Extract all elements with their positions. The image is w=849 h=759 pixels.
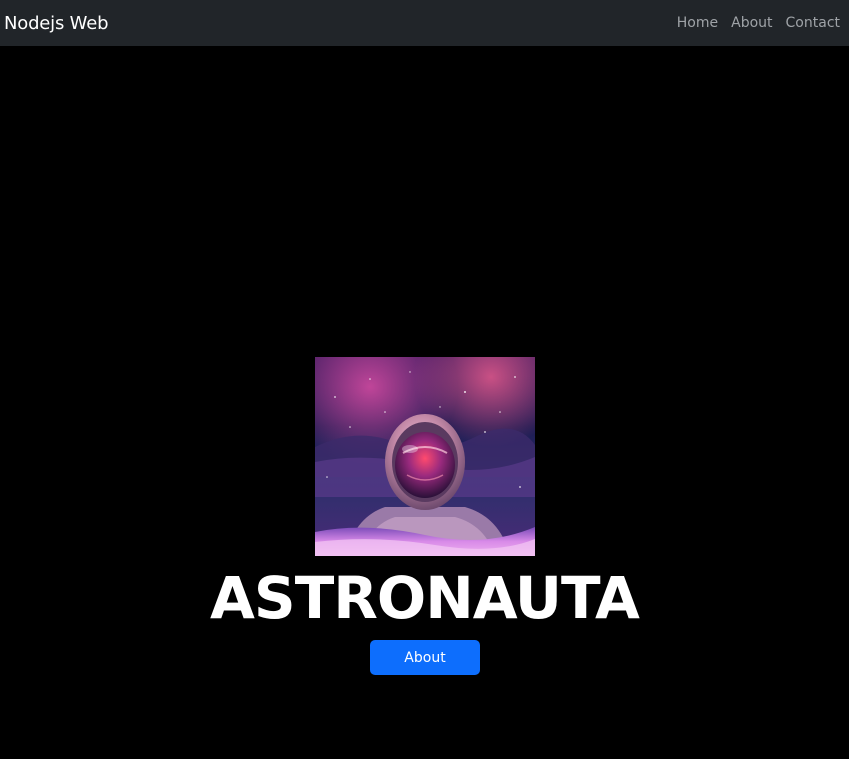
brand-link[interactable]: Nodejs Web [4, 13, 109, 34]
nav-link-about[interactable]: About [731, 15, 772, 31]
about-button[interactable]: About [370, 640, 480, 675]
nav-links: Home About Contact [677, 15, 840, 31]
nav-link-contact[interactable]: Contact [786, 15, 840, 31]
astronaut-image [315, 357, 535, 556]
hero-title: ASTRONAUTA [210, 564, 640, 632]
navbar: Nodejs Web Home About Contact [0, 0, 849, 46]
nav-link-home[interactable]: Home [677, 15, 718, 31]
hero-section: ASTRONAUTA About [0, 46, 849, 759]
